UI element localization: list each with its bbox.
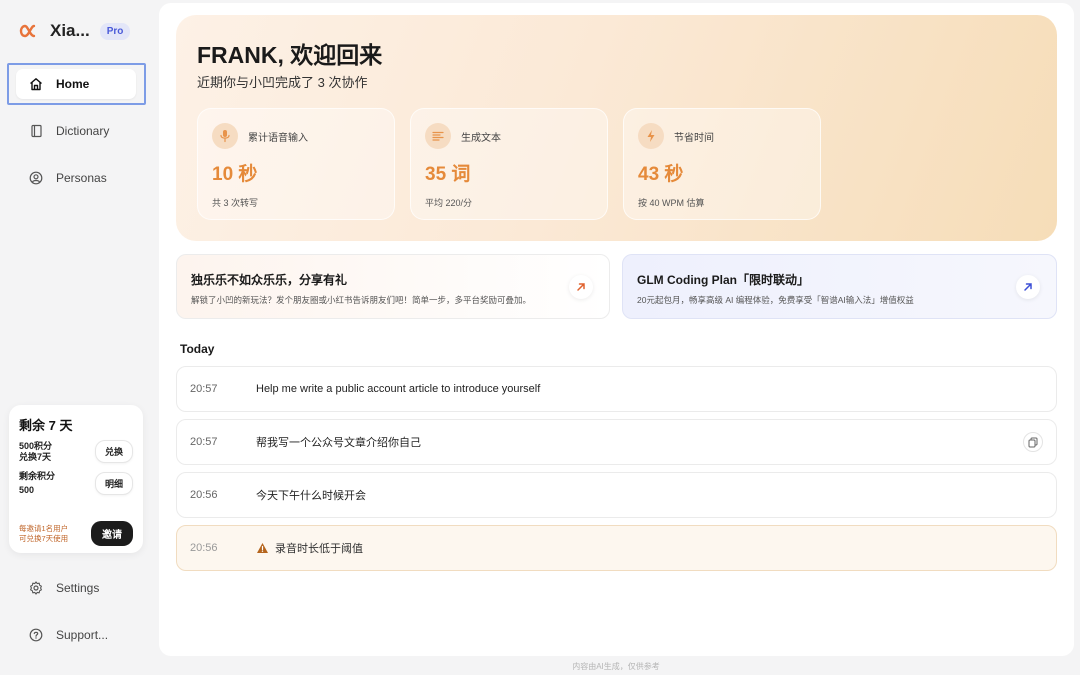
stat-note: 共 3 次转写 xyxy=(212,198,259,208)
brand: Xia... Pro xyxy=(18,20,131,42)
sidebar-item-support[interactable]: Support... xyxy=(16,620,136,650)
sidebar-item-label: Dictionary xyxy=(56,124,110,138)
persona-icon xyxy=(28,170,44,186)
gear-icon xyxy=(28,580,44,596)
history-time: 20:57 xyxy=(190,383,218,395)
sidebar-item-label: Support... xyxy=(56,628,109,642)
redeem-cost: 500积分 xyxy=(19,440,53,451)
invite-button[interactable]: 邀请 xyxy=(91,521,133,546)
history-item-warning[interactable]: 20:56 录音时长低于阈值 xyxy=(176,525,1057,571)
history-item[interactable]: 20:57 帮我写一个公众号文章介绍你自己 xyxy=(176,419,1057,465)
history-item[interactable]: 20:57 Help me write a public account art… xyxy=(176,366,1057,412)
sidebar-item-home[interactable]: Home xyxy=(16,69,136,99)
stat-note: 平均 220/分 xyxy=(425,198,473,208)
sidebar-item-label: Personas xyxy=(56,171,107,185)
remaining-days: 剩余 7 天 xyxy=(19,418,73,433)
stat-value: 35 词 xyxy=(425,164,471,185)
stat-card-text: 生成文本 35 词 平均 220/分 xyxy=(410,108,608,220)
sidebar-item-label: Settings xyxy=(56,581,100,595)
welcome-hero: FRANK, 欢迎回来 近期你与小凹完成了 3 次协作 累计语音输入 10 秒 … xyxy=(176,15,1057,241)
arrow-up-right-icon[interactable] xyxy=(569,275,593,299)
pro-badge: Pro xyxy=(99,22,131,40)
banner-title: GLM Coding Plan「限时联动」 xyxy=(637,273,809,287)
stat-card-voice: 累计语音输入 10 秒 共 3 次转写 xyxy=(197,108,395,220)
history-time: 20:56 xyxy=(190,542,218,554)
stat-label: 累计语音输入 xyxy=(248,132,308,144)
invite-note: 可兑换7天使用 xyxy=(19,533,69,543)
help-circle-icon xyxy=(28,627,44,643)
arrow-up-right-icon[interactable] xyxy=(1016,275,1040,299)
stat-value: 43 秒 xyxy=(638,164,684,185)
stat-note: 按 40 WPM 估算 xyxy=(638,198,705,208)
history-item[interactable]: 20:56 今天下午什么时候开会 xyxy=(176,472,1057,518)
history-time: 20:56 xyxy=(190,489,218,501)
lightning-icon xyxy=(638,123,664,149)
stat-label: 节省时间 xyxy=(674,132,714,144)
subscription-card: 剩余 7 天 500积分 兑换7天 兑换 剩余积分 500 明细 每邀请1名用户… xyxy=(9,405,143,553)
brand-logo-icon xyxy=(18,20,40,42)
banner-description: 解锁了小凹的新玩法？发个朋友圈或小红书告诉朋友们吧！简单一步，多平台奖励可叠加。 xyxy=(191,295,532,305)
redeem-button[interactable]: 兑换 xyxy=(94,440,133,463)
glm-coding-plan-banner[interactable]: GLM Coding Plan「限时联动」 20元起包月，畅享高级 AI 编程体… xyxy=(622,254,1057,319)
copy-icon[interactable] xyxy=(1023,432,1043,452)
sidebar-item-dictionary[interactable]: Dictionary xyxy=(16,116,136,146)
microphone-icon xyxy=(212,123,238,149)
welcome-subtitle: 近期你与小凹完成了 3 次协作 xyxy=(197,75,368,90)
stat-value: 10 秒 xyxy=(212,164,258,185)
history-section-label: Today xyxy=(180,342,215,356)
invite-note: 每邀请1名用户 xyxy=(19,523,69,533)
sidebar: Xia... Pro Home Dictionary Personas 剩余 7… xyxy=(0,0,155,675)
balance-row: 剩余积分 500 明细 xyxy=(19,471,133,496)
welcome-title: FRANK, 欢迎回来 xyxy=(197,42,383,68)
home-icon xyxy=(28,76,44,92)
redeem-row: 500积分 兑换7天 兑换 xyxy=(19,440,133,463)
banner-description: 20元起包月，畅享高级 AI 编程体验，免费享受「智谱AI输入法」增值权益 xyxy=(637,295,914,305)
sidebar-item-personas[interactable]: Personas xyxy=(16,163,136,193)
invite-row: 每邀请1名用户 可兑换7天使用 邀请 xyxy=(19,521,133,546)
history-text: 今天下午什么时候开会 xyxy=(256,490,366,502)
ai-disclaimer: 内容由AI生成，仅供参考 xyxy=(572,662,660,671)
text-lines-icon xyxy=(425,123,451,149)
warning-icon xyxy=(256,542,269,554)
details-button[interactable]: 明细 xyxy=(94,472,133,495)
book-icon xyxy=(28,123,44,139)
stat-label: 生成文本 xyxy=(461,132,501,144)
balance-value: 500 xyxy=(19,485,35,495)
stat-card-time: 节省时间 43 秒 按 40 WPM 估算 xyxy=(623,108,821,220)
share-reward-banner[interactable]: 独乐乐不如众乐乐，分享有礼 解锁了小凹的新玩法？发个朋友圈或小红书告诉朋友们吧！… xyxy=(176,254,610,319)
history-text: 录音时长低于阈值 xyxy=(275,543,363,555)
main-content: FRANK, 欢迎回来 近期你与小凹完成了 3 次协作 累计语音输入 10 秒 … xyxy=(159,3,1074,656)
history-text: 帮我写一个公众号文章介绍你自己 xyxy=(256,437,421,449)
app-name: Xia... xyxy=(50,21,90,40)
sidebar-item-settings[interactable]: Settings xyxy=(16,573,136,603)
history-time: 20:57 xyxy=(190,436,218,448)
history-text: Help me write a public account article t… xyxy=(256,383,541,395)
banner-title: 独乐乐不如众乐乐，分享有礼 xyxy=(191,273,348,287)
redeem-reward: 兑换7天 xyxy=(19,451,52,462)
sidebar-item-label: Home xyxy=(56,77,90,91)
balance-label: 剩余积分 xyxy=(19,471,56,481)
